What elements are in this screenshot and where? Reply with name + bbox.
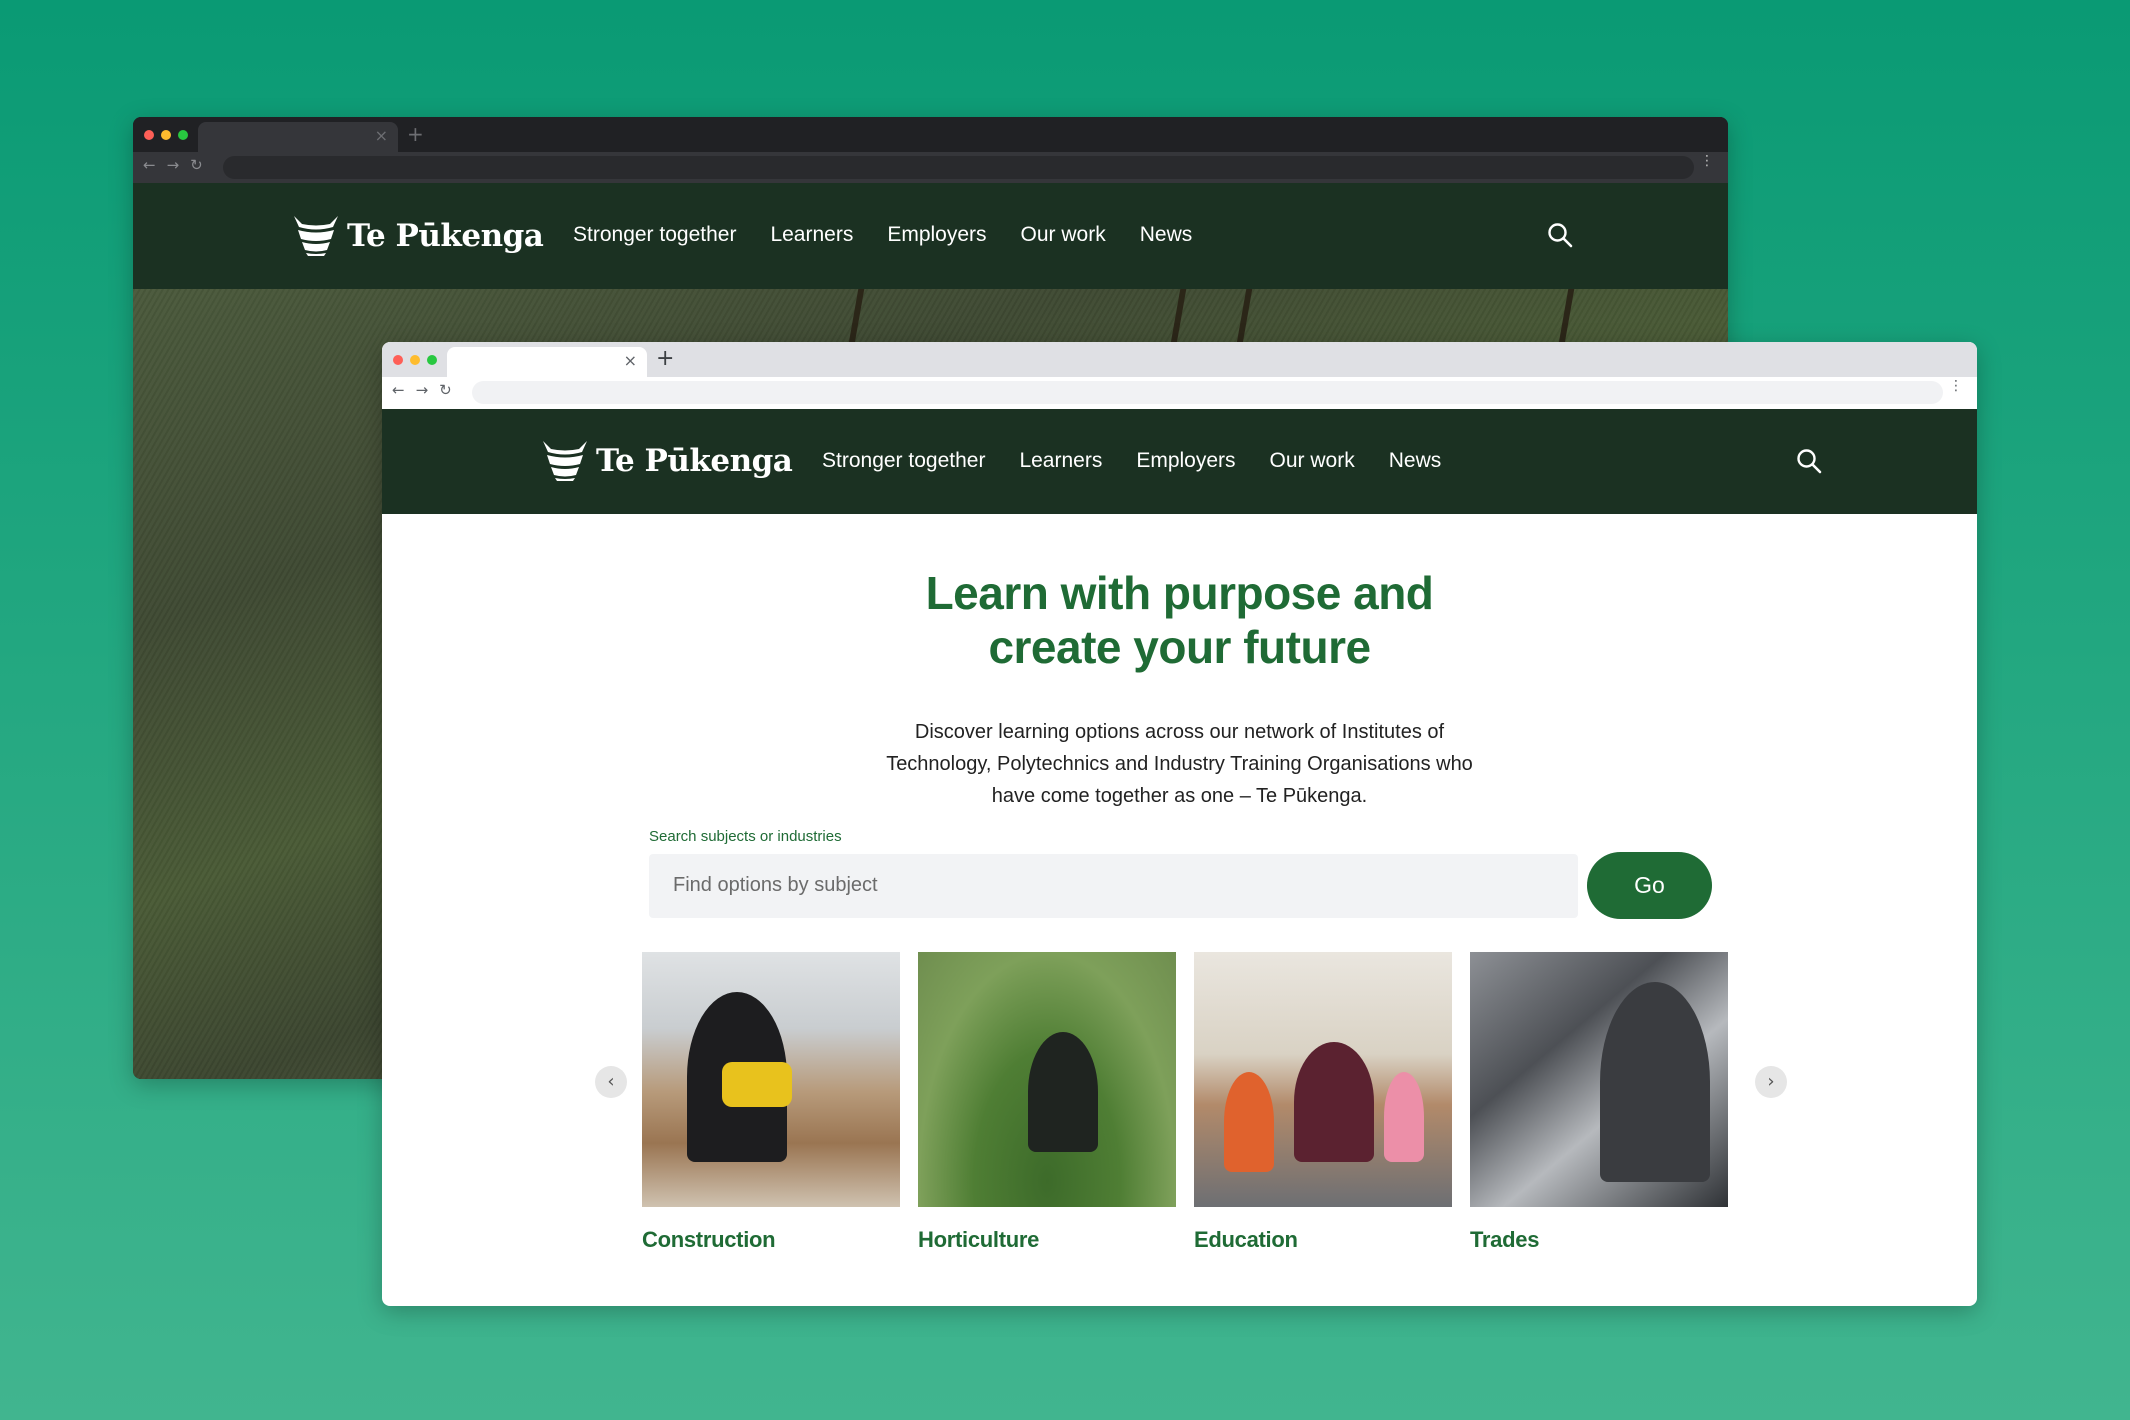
tab-bar: × +: [133, 117, 1728, 152]
address-bar[interactable]: [223, 156, 1694, 179]
hero-title-line-1: Learn with purpose and: [925, 567, 1434, 619]
photo-figure: [1384, 1072, 1424, 1162]
nav-item-learners[interactable]: Learners: [770, 223, 853, 247]
forward-arrow-icon[interactable]: →: [167, 156, 191, 174]
logo-wordmark: Te Pūkenga: [347, 218, 544, 254]
main-nav: Stronger together Learners Employers Our…: [573, 223, 1192, 247]
card-label: Trades: [1470, 1227, 1540, 1252]
forward-arrow-icon[interactable]: →: [416, 381, 440, 399]
trades-photo: [1470, 952, 1728, 1207]
card-label: Education: [1194, 1227, 1298, 1252]
nav-item-news[interactable]: News: [1140, 223, 1193, 247]
new-tab-icon[interactable]: +: [407, 122, 424, 146]
browser-tab[interactable]: ×: [198, 122, 398, 152]
subject-card-horticulture[interactable]: Horticulture: [918, 952, 1176, 1253]
maximize-window-dot[interactable]: [178, 130, 188, 140]
horticulture-photo: [918, 952, 1176, 1207]
carousel-prev-button[interactable]: ‹: [595, 1066, 627, 1098]
hero-title: Learn with purpose and create your futur…: [382, 566, 1977, 674]
minimize-window-dot[interactable]: [410, 355, 420, 365]
logo-wordmark: Te Pūkenga: [596, 443, 793, 479]
site-header: Te Pūkenga Stronger together Learners Em…: [133, 183, 1728, 289]
subject-search-input[interactable]: [649, 853, 1578, 918]
hero-title-line-2: create your future: [988, 621, 1371, 673]
browser-menu-icon[interactable]: ⋮: [1700, 154, 1714, 168]
carousel-next-button[interactable]: ›: [1755, 1066, 1787, 1098]
photo-figure: [1224, 1072, 1274, 1172]
browser-toolbar: ←→↻ ⋮: [133, 152, 1728, 183]
photo-figure: [1028, 1032, 1098, 1152]
card-label: Construction: [642, 1227, 776, 1252]
close-window-dot[interactable]: [144, 130, 154, 140]
search-row: Go: [649, 852, 1714, 919]
logo-mark-icon: [543, 441, 587, 481]
photo-saw: [722, 1062, 792, 1107]
reload-icon[interactable]: ↻: [190, 156, 214, 174]
maximize-window-dot[interactable]: [427, 355, 437, 365]
close-tab-icon[interactable]: ×: [375, 126, 388, 145]
construction-photo: [642, 952, 900, 1207]
nav-item-our-work[interactable]: Our work: [1270, 449, 1355, 473]
search-label: Search subjects or industries: [649, 828, 842, 845]
nav-item-stronger-together[interactable]: Stronger together: [573, 223, 736, 247]
reload-icon[interactable]: ↻: [439, 381, 463, 399]
back-arrow-icon[interactable]: ←: [392, 381, 416, 399]
hero-section: Learn with purpose and create your futur…: [382, 514, 1977, 812]
site-logo[interactable]: Te Pūkenga: [542, 440, 793, 482]
close-tab-icon[interactable]: ×: [624, 351, 637, 370]
education-photo: [1194, 952, 1452, 1207]
front-browser-window: × + ←→↻ ⋮ Te Pūkenga Stronger together L…: [382, 342, 1977, 1306]
site-logo[interactable]: Te Pūkenga: [293, 215, 544, 257]
browser-tab[interactable]: ×: [447, 347, 647, 377]
leaf-vein: [1169, 289, 1187, 349]
subject-search: Search subjects or industries Go: [649, 828, 1714, 919]
browser-toolbar: ←→↻ ⋮: [382, 377, 1977, 409]
close-window-dot[interactable]: [393, 355, 403, 365]
subject-card-trades[interactable]: Trades: [1470, 952, 1728, 1253]
window-controls[interactable]: [143, 129, 189, 141]
hero-description: Discover learning options across our net…: [886, 721, 1473, 807]
new-tab-icon[interactable]: +: [656, 346, 674, 371]
subject-carousel: ‹ Construction Horticulture Education Tr…: [382, 952, 1977, 1252]
site-header: Te Pūkenga Stronger together Learners Em…: [382, 409, 1977, 514]
search-icon[interactable]: [1547, 222, 1573, 252]
nav-item-our-work[interactable]: Our work: [1021, 223, 1106, 247]
leaf-vein: [1557, 289, 1575, 349]
card-label: Horticulture: [918, 1227, 1040, 1252]
photo-figure: [1294, 1042, 1374, 1162]
nav-item-employers[interactable]: Employers: [887, 223, 986, 247]
browser-menu-icon[interactable]: ⋮: [1949, 379, 1963, 393]
nav-item-employers[interactable]: Employers: [1136, 449, 1235, 473]
photo-figure: [1600, 982, 1710, 1182]
search-icon[interactable]: [1796, 448, 1822, 478]
nav-item-learners[interactable]: Learners: [1019, 449, 1102, 473]
browser-nav-buttons: ←→↻: [143, 156, 214, 174]
back-arrow-icon[interactable]: ←: [143, 156, 167, 174]
logo-mark-icon: [294, 216, 338, 256]
subject-card-education[interactable]: Education: [1194, 952, 1452, 1253]
nav-item-news[interactable]: News: [1389, 449, 1442, 473]
address-bar[interactable]: [472, 381, 1943, 404]
nav-item-stronger-together[interactable]: Stronger together: [822, 449, 985, 473]
go-button[interactable]: Go: [1587, 852, 1712, 919]
window-controls[interactable]: [392, 354, 438, 366]
minimize-window-dot[interactable]: [161, 130, 171, 140]
tab-bar: × +: [382, 342, 1977, 377]
leaf-vein: [1235, 289, 1253, 349]
browser-nav-buttons: ←→↻: [392, 381, 463, 399]
subject-card-construction[interactable]: Construction: [642, 952, 900, 1253]
leaf-vein: [847, 289, 865, 349]
main-nav: Stronger together Learners Employers Our…: [822, 449, 1441, 473]
